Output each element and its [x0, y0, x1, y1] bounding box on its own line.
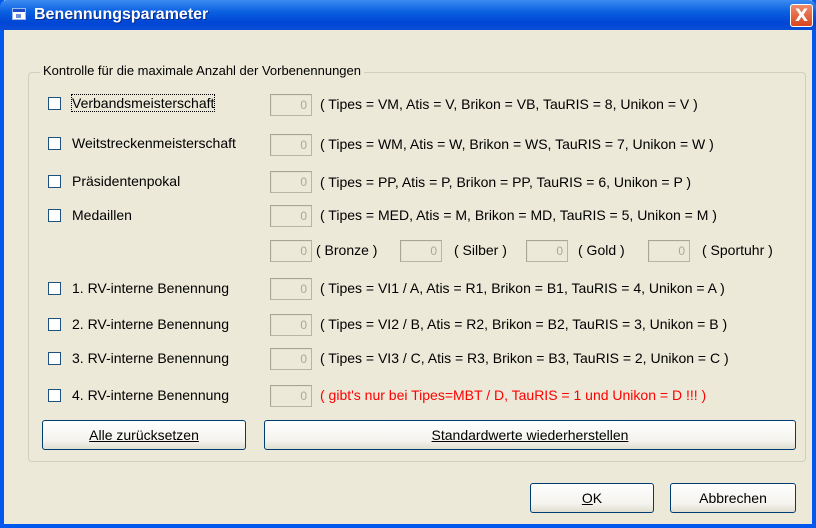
window-title: Benennungsparameter	[34, 6, 209, 23]
rv1-checkbox[interactable]	[48, 282, 61, 295]
weitstreckenmeisterschaft-count-field[interactable]: 0	[270, 134, 312, 156]
weitstreckenmeisterschaft-label[interactable]: Weitstreckenmeisterschaft	[72, 135, 236, 151]
rv1-label[interactable]: 1. RV-interne Benennung	[72, 280, 229, 296]
rv4-label[interactable]: 4. RV-interne Benennung	[72, 387, 229, 403]
ok-label-rest: K	[592, 490, 603, 506]
rv4-checkbox[interactable]	[48, 389, 61, 402]
verbandsmeisterschaft-label[interactable]: Verbandsmeisterschaft	[70, 94, 216, 112]
bronze-count-field[interactable]: 0	[270, 240, 312, 262]
bronze-label: ( Bronze )	[316, 242, 378, 258]
ok-button[interactable]: OK	[530, 483, 654, 513]
rv4-count-field[interactable]: 0	[270, 385, 312, 407]
verbandsmeisterschaft-checkbox[interactable]	[48, 97, 61, 110]
medaillen-count-field[interactable]: 0	[270, 205, 312, 227]
sportuhr-count-field[interactable]: 0	[648, 240, 690, 262]
silber-count-field[interactable]: 0	[400, 240, 442, 262]
medaillen-info: ( Tipes = MED, Atis = M, Brikon = MD, Ta…	[320, 207, 717, 223]
sportuhr-label: ( Sportuhr )	[702, 242, 773, 258]
verbandsmeisterschaft-info: ( Tipes = VM, Atis = V, Brikon = VB, Tau…	[320, 96, 698, 112]
rv3-info: ( Tipes = VI3 / C, Atis = R3, Brikon = B…	[320, 350, 729, 366]
rv3-checkbox[interactable]	[48, 352, 61, 365]
gold-count-field[interactable]: 0	[526, 240, 568, 262]
restore-defaults-button[interactable]: Standardwerte wiederherstellen	[264, 420, 796, 450]
rv3-label[interactable]: 3. RV-interne Benennung	[72, 350, 229, 366]
praesidentenpokal-checkbox[interactable]	[48, 175, 61, 188]
silber-label: ( Silber )	[454, 242, 507, 258]
rv3-count-field[interactable]: 0	[270, 348, 312, 370]
ok-mnemonic: O	[581, 490, 593, 506]
rv2-info: ( Tipes = VI2 / B, Atis = R2, Brikon = B…	[320, 316, 728, 332]
weitstreckenmeisterschaft-info: ( Tipes = WM, Atis = W, Brikon = WS, Tau…	[320, 136, 714, 152]
rv1-count-field[interactable]: 0	[270, 278, 312, 300]
rv2-count-field[interactable]: 0	[270, 314, 312, 336]
verbandsmeisterschaft-count-field[interactable]: 0	[270, 94, 312, 116]
groupbox-legend: Kontrolle für die maximale Anzahl der Vo…	[40, 63, 364, 78]
app-icon	[12, 8, 26, 20]
medaillen-checkbox[interactable]	[48, 209, 61, 222]
rv2-checkbox[interactable]	[48, 318, 61, 331]
rv4-warning-info: ( gibt's nur bei Tipes=MBT / D, TauRIS =…	[320, 387, 707, 403]
praesidentenpokal-info: ( Tipes = PP, Atis = P, Brikon = PP, Tau…	[320, 174, 692, 190]
medaillen-label[interactable]: Medaillen	[72, 207, 132, 223]
title-bar[interactable]: Benennungsparameter X	[0, 0, 816, 30]
cancel-button[interactable]: Abbrechen	[670, 483, 796, 513]
praesidentenpokal-count-field[interactable]: 0	[270, 171, 312, 193]
weitstreckenmeisterschaft-checkbox[interactable]	[48, 137, 61, 150]
rv2-label[interactable]: 2. RV-interne Benennung	[72, 316, 229, 332]
limits-groupbox	[28, 72, 806, 462]
close-button[interactable]: X	[790, 4, 813, 27]
rv1-info: ( Tipes = VI1 / A, Atis = R1, Brikon = B…	[320, 280, 725, 296]
praesidentenpokal-label[interactable]: Präsidentenpokal	[72, 173, 180, 189]
reset-all-button[interactable]: Alle zurücksetzen	[42, 420, 246, 450]
gold-label: ( Gold )	[578, 242, 625, 258]
